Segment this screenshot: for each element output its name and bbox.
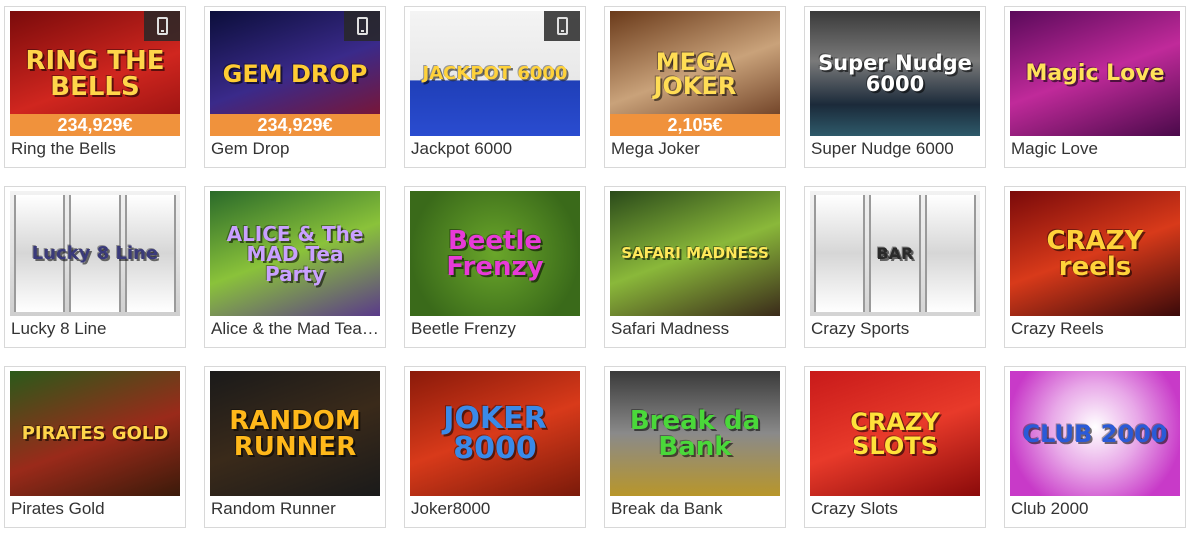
game-logo: Lucky 8 Line — [31, 242, 159, 264]
game-thumbnail[interactable]: ALICE & The MAD Tea Party — [210, 191, 380, 316]
mobile-phone-icon — [544, 11, 580, 41]
game-logo: BAR — [876, 243, 914, 263]
game-card[interactable]: Break da Bank Break da Bank — [604, 366, 786, 528]
game-thumbnail[interactable]: SAFARI MADNESS — [610, 191, 780, 316]
game-logo: ALICE & The MAD Tea Party — [226, 221, 364, 286]
game-title[interactable]: Gem Drop — [210, 136, 380, 164]
game-logo: RANDOM RUNNER — [229, 405, 361, 462]
game-thumbnail[interactable]: PIRATES GOLD — [10, 371, 180, 496]
jackpot-amount: 2,105€ — [610, 114, 780, 136]
game-card[interactable]: CLUB 2000 Club 2000 — [1004, 366, 1186, 528]
game-title[interactable]: Crazy Sports — [810, 316, 980, 344]
game-title[interactable]: Mega Joker — [610, 136, 780, 164]
game-logo: SAFARI MADNESS — [621, 244, 769, 262]
game-card[interactable]: MEGA JOKER 2,105€ Mega Joker — [604, 6, 786, 168]
game-title[interactable]: Pirates Gold — [10, 496, 180, 524]
game-thumbnail[interactable]: Lucky 8 Line — [10, 191, 180, 316]
game-logo: JACKPOT 6000 — [422, 62, 568, 84]
game-title[interactable]: Jackpot 6000 — [410, 136, 580, 164]
game-card[interactable]: JACKPOT 6000 Jackpot 6000 — [404, 6, 586, 168]
game-thumbnail[interactable]: CLUB 2000 — [1010, 371, 1180, 496]
game-card[interactable]: Lucky 8 Line Lucky 8 Line — [4, 186, 186, 348]
mobile-phone-icon — [344, 11, 380, 41]
game-thumbnail[interactable]: CRAZY reels — [1010, 191, 1180, 316]
game-title[interactable]: Magic Love — [1010, 136, 1180, 164]
game-logo: CRAZY reels — [1046, 225, 1144, 282]
game-title[interactable]: Lucky 8 Line — [10, 316, 180, 344]
game-title[interactable]: Safari Madness — [610, 316, 780, 344]
slot-reel — [924, 195, 976, 312]
game-logo: PIRATES GOLD — [21, 422, 169, 444]
game-logo: Magic Love — [1025, 60, 1165, 86]
game-thumbnail[interactable]: Magic Love — [1010, 11, 1180, 136]
mobile-phone-icon — [144, 11, 180, 41]
game-thumbnail[interactable]: CRAZY SLOTS — [810, 371, 980, 496]
game-card[interactable]: Magic Love Magic Love — [1004, 6, 1186, 168]
game-card[interactable]: Super Nudge 6000 Super Nudge 6000 — [804, 6, 986, 168]
game-card[interactable]: BAR Crazy Sports — [804, 186, 986, 348]
game-card[interactable]: GEM DROP 234,929€ Gem Drop — [204, 6, 386, 168]
game-thumbnail[interactable]: RING THE BELLS 234,929€ — [10, 11, 180, 136]
game-thumbnail[interactable]: JOKER 8000 — [410, 371, 580, 496]
game-thumbnail[interactable]: Break da Bank — [610, 371, 780, 496]
game-logo: Beetle Frenzy — [446, 225, 544, 282]
game-logo: GEM DROP — [222, 59, 368, 88]
jackpot-amount: 234,929€ — [210, 114, 380, 136]
game-thumbnail[interactable]: Super Nudge 6000 — [810, 11, 980, 136]
game-card[interactable]: Beetle Frenzy Beetle Frenzy — [404, 186, 586, 348]
game-logo: CRAZY SLOTS — [850, 407, 940, 460]
game-logo: Super Nudge 6000 — [818, 50, 972, 96]
game-title[interactable]: Ring the Bells — [10, 136, 180, 164]
game-card[interactable]: RANDOM RUNNER Random Runner — [204, 366, 386, 528]
game-card[interactable]: ALICE & The MAD Tea Party Alice & the Mad… — [204, 186, 386, 348]
game-title[interactable]: Super Nudge 6000 — [810, 136, 980, 164]
game-title[interactable]: Joker8000 — [410, 496, 580, 524]
game-card[interactable]: PIRATES GOLD Pirates Gold — [4, 366, 186, 528]
slot-reel — [814, 195, 866, 312]
game-logo: Break da Bank — [629, 405, 761, 462]
game-logo: RING THE BELLS — [25, 45, 165, 102]
game-thumbnail[interactable]: GEM DROP 234,929€ — [210, 11, 380, 136]
game-title[interactable]: Crazy Reels — [1010, 316, 1180, 344]
game-title[interactable]: Random Runner — [210, 496, 380, 524]
game-title[interactable]: Break da Bank — [610, 496, 780, 524]
game-card[interactable]: RING THE BELLS 234,929€ Ring the Bells — [4, 6, 186, 168]
game-title[interactable]: Club 2000 — [1010, 496, 1180, 524]
game-title[interactable]: Beetle Frenzy — [410, 316, 580, 344]
game-logo: MEGA JOKER — [653, 47, 737, 100]
game-card[interactable]: CRAZY reels Crazy Reels — [1004, 186, 1186, 348]
game-logo: CLUB 2000 — [1022, 419, 1168, 448]
game-card[interactable]: JOKER 8000 Joker8000 — [404, 366, 586, 528]
game-thumbnail[interactable]: RANDOM RUNNER — [210, 371, 380, 496]
game-thumbnail[interactable]: Beetle Frenzy — [410, 191, 580, 316]
game-thumbnail[interactable]: JACKPOT 6000 — [410, 11, 580, 136]
game-card[interactable]: CRAZY SLOTS Crazy Slots — [804, 366, 986, 528]
game-title[interactable]: Alice & the Mad Tea Party — [210, 316, 380, 344]
game-thumbnail[interactable]: BAR — [810, 191, 980, 316]
game-card[interactable]: SAFARI MADNESS Safari Madness — [604, 186, 786, 348]
jackpot-amount: 234,929€ — [10, 114, 180, 136]
game-logo: JOKER 8000 — [443, 400, 547, 466]
game-grid: RING THE BELLS 234,929€ Ring the Bells GEM … — [4, 6, 1186, 528]
game-title[interactable]: Crazy Slots — [810, 496, 980, 524]
game-thumbnail[interactable]: MEGA JOKER 2,105€ — [610, 11, 780, 136]
